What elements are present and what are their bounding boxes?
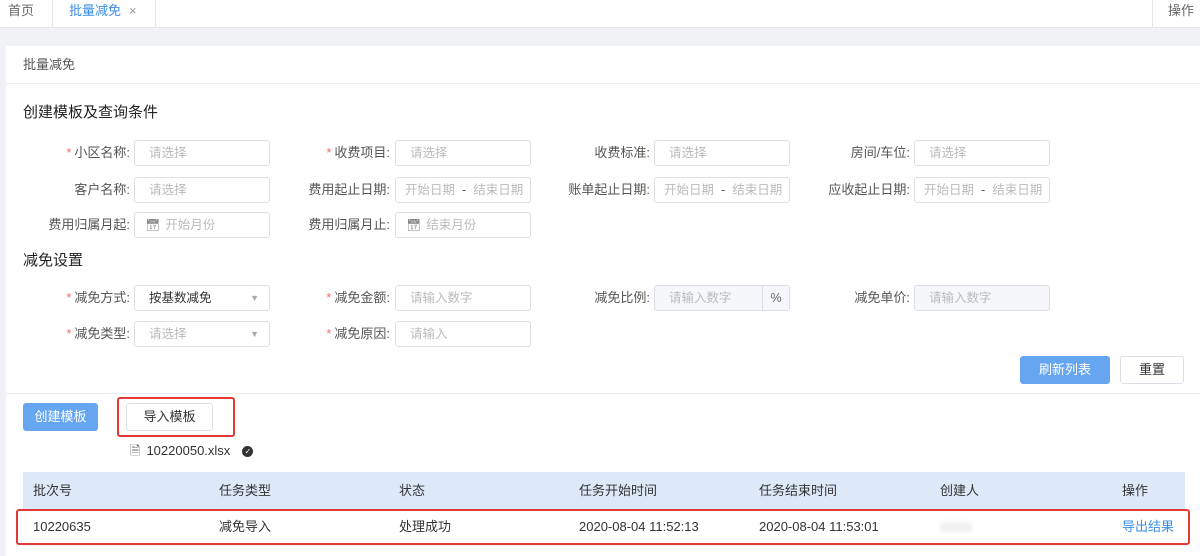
table-header: 批次号 任务类型 状态 任务开始时间 任务结束时间 创建人 操作: [23, 472, 1185, 509]
relief-unit-price-input: 请输入数字: [914, 285, 1050, 311]
reset-button[interactable]: 重置: [1120, 356, 1184, 384]
file-name: 10220050.xlsx: [146, 443, 231, 458]
import-highlight-box: [117, 397, 235, 437]
column-header: 任务结束时间: [759, 483, 838, 498]
calendar-icon: 📅︎: [406, 218, 422, 232]
tab-home[interactable]: 首页: [8, 0, 34, 27]
community-select[interactable]: 请选择: [134, 140, 270, 166]
tab-operations[interactable]: 操作: [1152, 0, 1200, 27]
relief-type-label: * 减免类型:: [66, 326, 130, 341]
tab-batch-relief[interactable]: 批量减免 ×: [52, 0, 156, 27]
main-card: 批量减免 创建模板及查询条件 * 小区名称: 请选择 * 收费项目: 请选择 收费标…: [6, 46, 1200, 556]
room-select[interactable]: 请选择: [914, 140, 1050, 166]
community-label: * 小区名称:: [66, 145, 130, 160]
customer-select[interactable]: 请选择: [134, 177, 270, 203]
relief-method-select[interactable]: 按基数减免 ▼: [134, 285, 270, 311]
bill-start-date[interactable]: 开始日期: [664, 183, 714, 197]
relief-ratio-input: 请输入数字 %: [654, 285, 790, 311]
bill-range-label: 账单起止日期:: [568, 182, 650, 197]
charge-standard-select[interactable]: 请选择: [654, 140, 790, 166]
column-header: 任务类型: [219, 483, 272, 498]
charge-item-label: * 收费项目:: [326, 145, 390, 160]
column-header: 任务开始时间: [579, 483, 658, 498]
month-start-picker[interactable]: 📅︎ 开始月份: [134, 212, 270, 238]
create-template-button[interactable]: 创建模板: [23, 403, 98, 431]
relief-amount-input[interactable]: 请输入数字: [395, 285, 531, 311]
fee-range-label: 费用起止日期:: [308, 182, 390, 197]
column-header: 批次号: [33, 483, 73, 498]
tab-bar: 首页 批量减免 × 操作: [0, 0, 1200, 28]
due-date-range[interactable]: 开始日期 - 结束日期: [914, 177, 1050, 203]
chevron-down-icon: ▼: [250, 293, 259, 303]
relief-ratio-label: 减免比例:: [594, 290, 650, 305]
due-end-date[interactable]: 结束日期: [992, 183, 1042, 197]
charge-standard-label: 收费标准:: [594, 145, 650, 160]
divider: [6, 393, 1200, 394]
column-header: 创建人: [940, 483, 980, 498]
check-circle-icon: ✓: [242, 446, 254, 458]
chevron-down-icon: ▼: [250, 329, 259, 339]
fee-date-range[interactable]: 开始日期 - 结束日期: [395, 177, 531, 203]
file-icon: 🗎︎: [130, 443, 141, 458]
due-start-date[interactable]: 开始日期: [924, 183, 974, 197]
card-header: 批量减免: [6, 46, 1200, 84]
close-icon[interactable]: ×: [129, 0, 137, 22]
bill-date-range[interactable]: 开始日期 - 结束日期: [654, 177, 790, 203]
charge-item-select[interactable]: 请选择: [395, 140, 531, 166]
relief-type-select[interactable]: 请选择 ▼: [134, 321, 270, 347]
relief-reason-input[interactable]: 请输入: [395, 321, 531, 347]
fee-start-date[interactable]: 开始日期: [405, 183, 455, 197]
query-section-title: 创建模板及查询条件: [23, 104, 159, 121]
month-end-label: 费用归属月止:: [308, 217, 390, 232]
bill-end-date[interactable]: 结束日期: [732, 183, 782, 197]
relief-reason-label: * 减免原因:: [326, 326, 390, 341]
month-end-picker[interactable]: 📅︎ 结束月份: [395, 212, 531, 238]
month-start-label: 费用归属月起:: [48, 217, 130, 232]
calendar-icon: 📅︎: [145, 218, 161, 232]
relief-section-title: 减免设置: [23, 252, 84, 269]
uploaded-file: 🗎︎ 10220050.xlsx ✓: [130, 442, 254, 464]
relief-unit-price-label: 减免单价:: [854, 290, 910, 305]
refresh-list-button[interactable]: 刷新列表: [1020, 356, 1110, 384]
tab-batch-relief-label: 批量减免: [69, 3, 122, 18]
fee-end-date[interactable]: 结束日期: [473, 183, 523, 197]
percent-suffix: %: [762, 286, 789, 310]
due-range-label: 应收起止日期:: [828, 182, 910, 197]
relief-amount-label: * 减免金额:: [326, 290, 390, 305]
row-highlight-box: [16, 509, 1190, 545]
room-label: 房间/车位:: [850, 145, 910, 160]
column-header: 操作: [1122, 483, 1149, 498]
relief-method-label: * 减免方式:: [66, 290, 130, 305]
customer-label: 客户名称:: [74, 182, 130, 197]
column-header: 状态: [399, 483, 426, 498]
